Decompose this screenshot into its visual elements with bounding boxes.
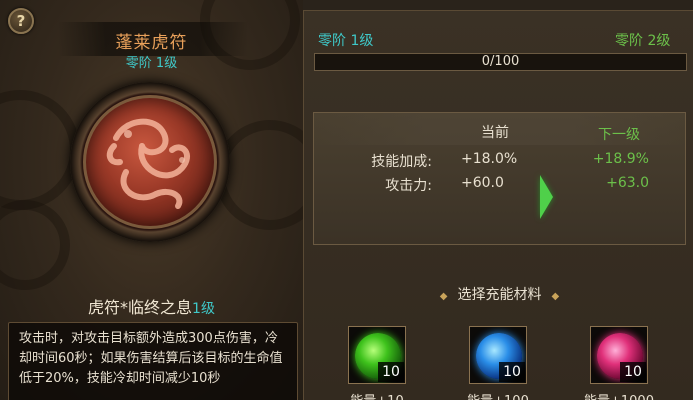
diamond-icon: ◆ xyxy=(551,291,560,302)
stat-current-attack: +60.0 xyxy=(461,175,504,191)
stat-label-skill-bonus: 技能加成: xyxy=(371,154,432,170)
skill-name: 虎符*临终之息 xyxy=(88,298,193,317)
skill-description-box: 攻击时，对攻击目标额外造成300点伤害，冷却时间60秒；如果伤害结算后该目标的生… xyxy=(8,322,298,400)
progress-text: 0/100 xyxy=(481,54,520,69)
stat-next-skill-bonus: +18.9% xyxy=(592,151,649,167)
arrow-right-icon xyxy=(540,175,553,219)
material-label-pink: 能量+1000 xyxy=(574,390,664,400)
material-label-green: 能量+10 xyxy=(332,390,422,400)
tiger-talisman-icon xyxy=(83,95,217,229)
materials-title: ◆ 选择充能材料 ◆ xyxy=(313,284,686,304)
material-slot-blue[interactable]: 10 xyxy=(469,326,527,384)
skill-title: 虎符*临终之息1级 xyxy=(0,294,303,318)
background-swirl xyxy=(0,90,80,210)
material-slot-green[interactable]: 10 xyxy=(348,326,406,384)
stat-current-skill-bonus: +18.0% xyxy=(461,151,518,167)
material-slot-pink[interactable]: 10 xyxy=(590,326,648,384)
materials-title-text: 选择充能材料 xyxy=(457,287,542,303)
stat-label-attack: 攻击力: xyxy=(385,178,432,194)
skill-level: 1级 xyxy=(192,301,215,317)
next-stage: 零阶 2级 xyxy=(615,33,671,49)
material-count: 10 xyxy=(620,362,646,382)
stat-next-attack: +63.0 xyxy=(606,175,649,191)
skill-description: 攻击时，对攻击目标额外造成300点伤害，冷却时间60秒；如果伤害结算后该目标的生… xyxy=(19,331,283,386)
material-label-blue: 能量+100 xyxy=(453,390,543,400)
material-count: 10 xyxy=(499,362,525,382)
treasure-level: 零阶 1级 xyxy=(125,56,178,71)
diamond-icon: ◆ xyxy=(439,291,448,302)
current-stage: 零阶 1级 xyxy=(318,33,374,49)
material-count: 10 xyxy=(378,362,404,382)
header-current: 当前 xyxy=(481,125,509,141)
background-swirl xyxy=(0,200,70,290)
header-next: 下一级 xyxy=(598,127,640,143)
treasure-name: 蓬莱虎符 xyxy=(115,33,188,53)
